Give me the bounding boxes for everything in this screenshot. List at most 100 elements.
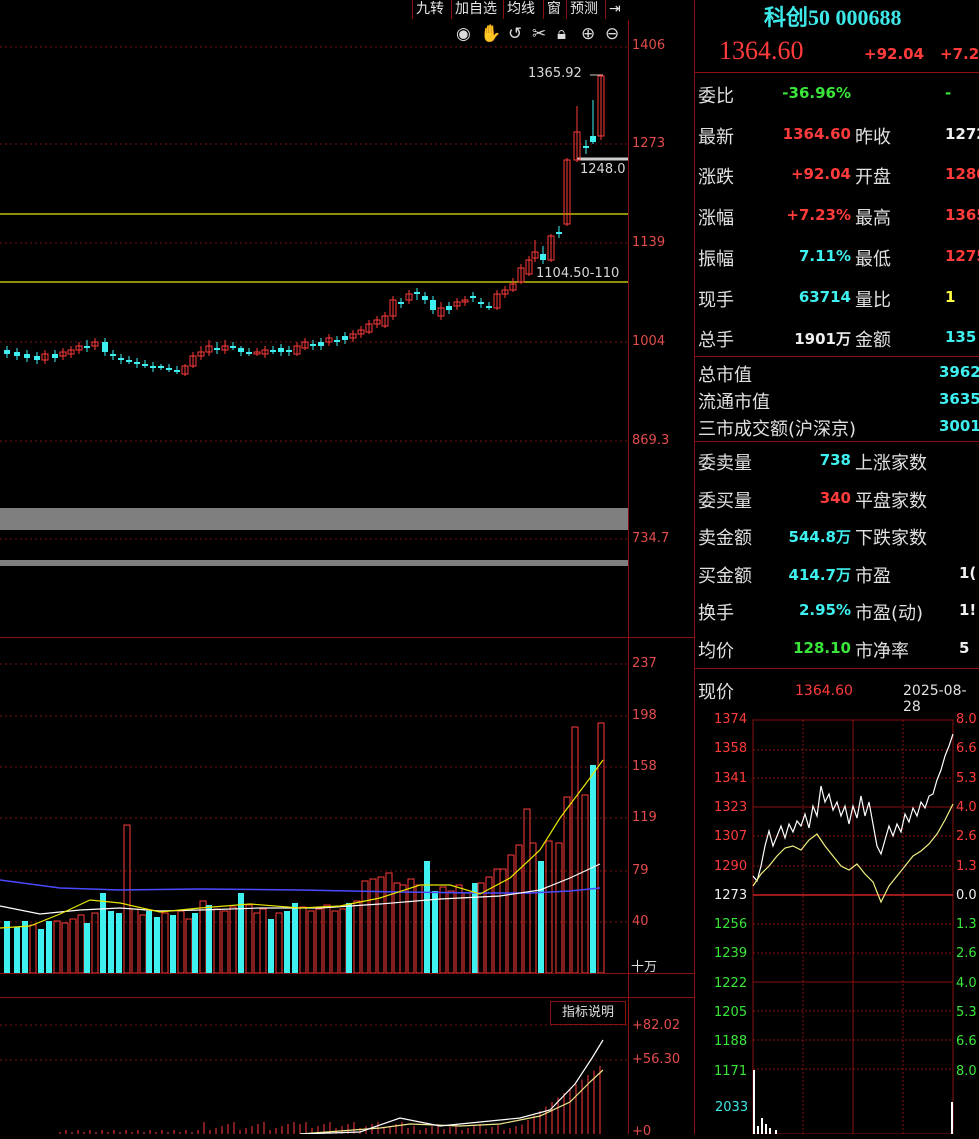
- volume-bar: [221, 910, 229, 973]
- volume-bar: [515, 844, 523, 973]
- quote-value: 135: [945, 328, 977, 347]
- volume-bar: [407, 878, 415, 973]
- quote-row: 卖金额 544.8万 下跌家数: [695, 524, 979, 550]
- volume-bar: [14, 927, 20, 973]
- volume-bar: [563, 796, 571, 973]
- volume-bar: [447, 890, 455, 973]
- candle-body: [278, 348, 284, 352]
- volume-axis-label: 198: [632, 708, 657, 723]
- volume-bar: [485, 876, 493, 973]
- volume-unit-label: 十万: [631, 960, 658, 975]
- candle-body: [590, 136, 596, 142]
- volume-bar: [259, 908, 267, 973]
- quote-value: 544.8万: [788, 528, 851, 546]
- price-change-pct: +7.2: [940, 45, 979, 63]
- intraday-right-axis-label: 6.6: [956, 1034, 977, 1050]
- volume-bar: [213, 908, 221, 973]
- candle-body: [214, 348, 220, 350]
- quote-label: 最新: [698, 126, 734, 148]
- volume-bar: [545, 840, 553, 973]
- volume-bar: [170, 915, 176, 973]
- candle-body: [583, 146, 589, 148]
- volume-bar: [361, 880, 369, 973]
- volume-bar: [346, 903, 352, 973]
- candle-body: [540, 254, 546, 260]
- quote-label: 上涨家数: [855, 453, 927, 474]
- intraday-volume-label: 2033: [715, 1100, 749, 1115]
- intraday-left-axis-label: 1273: [714, 887, 748, 903]
- quote-label: 最低: [855, 248, 891, 270]
- quote-value: 7.11%: [798, 246, 851, 265]
- volume-axis-label: 119: [632, 810, 657, 825]
- quote-value: 1275: [945, 246, 979, 265]
- candle-body: [238, 348, 244, 352]
- candle-body: [158, 366, 164, 368]
- volume-bar: [268, 919, 274, 973]
- candle-body: [110, 354, 116, 356]
- moving-average-button[interactable]: 均线: [503, 0, 538, 19]
- candle-body: [150, 366, 156, 368]
- volume-bar: [353, 900, 361, 973]
- market-value-row: 总市值 3962: [695, 361, 979, 386]
- intraday-left-axis-label: 1239: [714, 946, 748, 962]
- mv-value: 3635: [939, 390, 979, 408]
- jiuzhuan-button[interactable]: 九转: [412, 0, 447, 19]
- quote-row: 最新 1364.60昨收 1272: [695, 123, 979, 149]
- quote-label: 市盈(动): [855, 603, 924, 624]
- volume-bar: [206, 905, 212, 973]
- volume-bar: [538, 861, 544, 973]
- candle-body: [230, 346, 236, 348]
- quote-row: 涨幅 +7.23%最高 1365: [695, 204, 979, 230]
- quote-row: 换手 2.95% 市盈(动) 1!: [695, 599, 979, 625]
- candle-body: [134, 362, 140, 364]
- volume-bar: [472, 883, 478, 973]
- intraday-price: 1364.60: [795, 683, 853, 699]
- quote-row: 现手 63714 量比 1: [695, 286, 979, 312]
- volume-bar: [192, 913, 198, 973]
- add-watchlist-button[interactable]: 加自选: [451, 0, 500, 19]
- quote-value: 1: [945, 287, 956, 306]
- volume-bar: [415, 884, 423, 973]
- volume-bar: [399, 884, 407, 973]
- candle-body: [334, 340, 340, 342]
- intraday-right-axis-label: 2.6: [956, 946, 977, 962]
- quote-value: 128.10: [793, 638, 851, 657]
- volume-bar: [245, 904, 253, 973]
- volume-bar: [53, 920, 61, 973]
- quote-label: 卖金额: [698, 528, 752, 549]
- intraday-left-axis-label: 1341: [714, 770, 748, 786]
- quote-value: 738: [819, 451, 851, 469]
- volume-bar: [100, 893, 106, 973]
- quote-value: 340: [819, 488, 851, 507]
- volume-bar: [385, 872, 393, 973]
- volume-bar: [439, 886, 447, 973]
- collapse-panel-icon[interactable]: ⇥: [605, 0, 630, 19]
- kline-chart: [0, 46, 628, 566]
- volume-bar: [432, 891, 438, 973]
- intraday-left-axis-label: 1171: [714, 1063, 748, 1079]
- volume-bar: [108, 911, 114, 973]
- quote-label: 委买量: [698, 490, 752, 512]
- candle-body: [398, 302, 404, 304]
- mv-label: 三市成交额(沪深京): [698, 419, 857, 440]
- candle-body: [422, 296, 428, 300]
- forecast-button[interactable]: 预测: [566, 0, 601, 19]
- intraday-right-axis-label: 1.3: [956, 858, 977, 874]
- quote-value: 2.95%: [798, 601, 851, 619]
- volume-bar: [393, 882, 401, 973]
- quote-label: 换手: [698, 603, 734, 624]
- stock-title: 科创50 000688: [764, 5, 902, 30]
- volume-bar: [571, 726, 579, 973]
- quote-label: 涨跌: [698, 167, 734, 189]
- intraday-right-axis-label: 5.3: [956, 1005, 977, 1020]
- window-button[interactable]: 窗: [543, 0, 564, 19]
- main-axis-label: 1139: [632, 235, 666, 250]
- quote-value: 5: [959, 638, 970, 657]
- volume-axis-label: 79: [632, 863, 649, 878]
- quote-row: 涨跌 +92.04开盘 1280: [695, 163, 979, 189]
- volume-bar: [154, 917, 160, 973]
- candle-body: [556, 232, 562, 234]
- quote-value: 1901万: [794, 330, 851, 349]
- intraday-left-axis-label: 1323: [714, 799, 748, 815]
- volume-bar: [146, 911, 152, 973]
